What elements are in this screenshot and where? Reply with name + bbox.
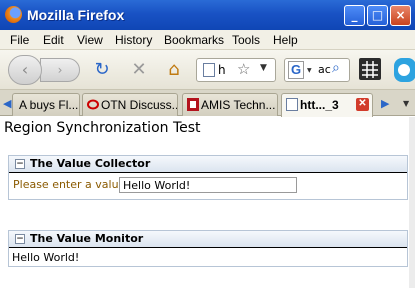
tab-label: AMIS Techn...	[201, 98, 276, 112]
value-monitor-region: − The Value Monitor Hello World!	[8, 230, 408, 267]
tab-2[interactable]: OTN Discuss...	[82, 93, 178, 116]
menu-help[interactable]: Help	[273, 33, 298, 47]
value-input[interactable]	[119, 177, 297, 193]
back-button[interactable]: ‹	[8, 55, 42, 85]
page-icon	[203, 63, 215, 77]
value-monitor-header: − The Value Monitor	[9, 231, 407, 248]
grid-extension-icon[interactable]	[358, 57, 382, 81]
chevron-down-icon[interactable]: ▼	[260, 63, 267, 73]
monitor-value-text: Hello World!	[12, 251, 80, 264]
menu-file[interactable]: File	[10, 33, 29, 47]
tab-label: OTN Discuss...	[101, 98, 178, 112]
skype-extension-icon[interactable]	[392, 56, 415, 84]
stop-icon[interactable]: ✕	[127, 58, 151, 82]
window-title: Mozilla Firefox	[27, 7, 125, 23]
page-content: Region Synchronization Test − The Value …	[0, 117, 415, 288]
search-magnifier-icon[interactable]: ⌕	[332, 60, 340, 76]
tab-label: A buys Fl...	[19, 98, 79, 112]
url-bar[interactable]: h ☆ ▼	[196, 58, 276, 82]
home-icon[interactable]: ⌂	[162, 58, 186, 82]
tab-close-icon[interactable]: ✕	[356, 98, 369, 111]
value-collector-region: − The Value Collector Please enter a val…	[8, 155, 408, 200]
menu-history[interactable]: History	[115, 33, 152, 47]
tab-scroll-right-icon[interactable]: ▶	[381, 97, 389, 110]
tab-label: htt..._3	[300, 98, 339, 112]
tab-list-icon[interactable]: ▼	[403, 99, 409, 108]
maximize-button[interactable]: □	[367, 5, 388, 26]
firefox-logo-icon	[5, 6, 22, 23]
collapse-icon[interactable]: −	[15, 234, 25, 244]
engine-dropdown-icon[interactable]: ▼	[307, 67, 312, 74]
window-titlebar: Mozilla Firefox _ □ ×	[0, 0, 415, 30]
close-button[interactable]: ×	[390, 5, 411, 26]
page-favicon-icon	[286, 98, 298, 111]
collapse-icon[interactable]: −	[15, 159, 25, 169]
menu-bar: File Edit View History Bookmarks Tools H…	[0, 30, 415, 50]
search-engine-icon[interactable]: G	[288, 61, 304, 79]
menu-edit[interactable]: Edit	[43, 33, 64, 47]
tab-scroll-left-icon[interactable]: ◀	[3, 97, 11, 110]
search-text: ac	[318, 63, 331, 76]
amis-favicon-icon	[187, 98, 199, 111]
oracle-favicon-icon	[87, 99, 99, 110]
forward-button[interactable]: ›	[40, 58, 80, 82]
search-bar[interactable]: G ▼ ac ⌕	[284, 58, 350, 82]
value-label: Please enter a value	[13, 178, 126, 191]
tab-3[interactable]: AMIS Techn...	[182, 93, 278, 116]
menu-bookmarks[interactable]: Bookmarks	[164, 33, 224, 47]
value-collector-body: Please enter a value	[9, 173, 407, 199]
page-title: Region Synchronization Test	[4, 120, 201, 136]
reload-icon[interactable]: ↻	[90, 58, 114, 82]
value-collector-header: − The Value Collector	[9, 156, 407, 173]
url-text: h	[218, 63, 226, 77]
value-monitor-body: Hello World!	[9, 248, 407, 266]
region-title: The Value Collector	[30, 157, 151, 170]
bookmark-star-icon[interactable]: ☆	[237, 60, 250, 78]
menu-view[interactable]: View	[77, 33, 103, 47]
vertical-scrollbar[interactable]	[409, 117, 415, 288]
tab-4-active[interactable]: htt..._3 ✕	[281, 93, 373, 117]
region-title: The Value Monitor	[30, 232, 144, 245]
tab-1[interactable]: A buys Fl...	[12, 93, 80, 116]
menu-tools[interactable]: Tools	[232, 33, 260, 47]
minimize-button[interactable]: _	[344, 5, 365, 26]
